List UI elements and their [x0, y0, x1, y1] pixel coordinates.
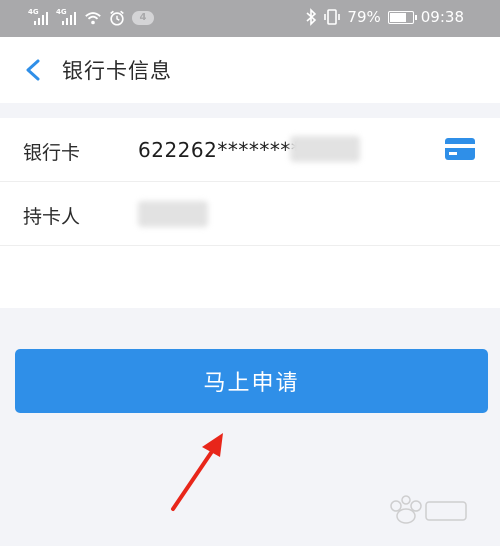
notification-badge: 4: [132, 11, 154, 25]
card-holder-label: 持卡人: [23, 206, 81, 228]
signal-2-tag: 4G: [56, 8, 67, 16]
status-right: 79% 09:38: [305, 8, 464, 26]
empty-row: [0, 246, 500, 310]
status-bar: 4G 4G 4 79% 09:38: [0, 0, 500, 37]
red-arrow-annotation: [171, 433, 223, 511]
signal-1-icon: 4G: [28, 8, 50, 26]
battery-percent: 79%: [347, 8, 381, 26]
app-header: 银行卡信息: [0, 37, 500, 103]
battery-icon: [387, 10, 417, 24]
battery-fill: [389, 12, 407, 22]
watermark-logo-icon: [390, 495, 467, 524]
signal-2-icon: 4G: [56, 8, 78, 26]
signal-1-tag: 4G: [28, 8, 39, 16]
vibrate-icon: [324, 9, 341, 25]
card-number-mask: [290, 136, 360, 162]
page-title: 银行卡信息: [62, 59, 172, 83]
alarm-icon: [110, 10, 124, 26]
bank-card-label: 银行卡: [23, 142, 81, 164]
status-time: 09:38: [420, 8, 464, 26]
card-holder-row: 持卡人: [0, 182, 500, 246]
wifi-icon: [85, 12, 101, 25]
bluetooth-icon: [306, 8, 317, 26]
bank-info-card: 银行卡 622262******** 持卡人: [0, 118, 500, 308]
chevron-left-icon: [26, 59, 40, 81]
bank-card-number: 622262********: [138, 138, 302, 162]
card-holder-mask: [138, 201, 208, 227]
credit-card-icon[interactable]: [444, 136, 476, 162]
back-button[interactable]: [14, 52, 50, 88]
apply-now-button[interactable]: 马上申请: [15, 349, 488, 413]
status-left: 4G 4G 4: [28, 8, 154, 27]
bank-card-row: 银行卡 622262********: [0, 118, 500, 182]
